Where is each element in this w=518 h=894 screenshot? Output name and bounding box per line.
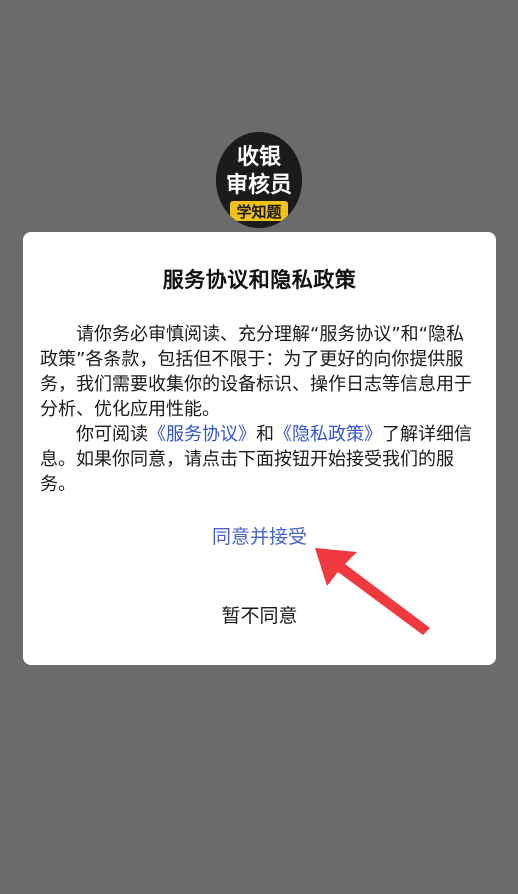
- privacy-policy-link[interactable]: 《隐私政策》: [274, 424, 382, 445]
- dialog-paragraph-1: 请你务必审慎阅读、充分理解“服务协议”和“隐私政策”各条款，包括但不限于：为了更…: [40, 324, 472, 420]
- dialog-paragraph-2: 你可阅读《服务协议》和《隐私政策》了解详细信息。如果你同意，请点击下面按钮开始接…: [40, 422, 480, 497]
- app-logo: 收银 审核员 学知题: [216, 132, 302, 228]
- dialog-title: 服务协议和隐私政策: [162, 268, 357, 292]
- dialog-body: 请你务必审慎阅读、充分理解“服务协议”和“隐私政策”各条款，包括但不限于：为了更…: [40, 322, 480, 497]
- agree-button[interactable]: 同意并接受: [23, 522, 496, 549]
- para2-and: 和: [256, 424, 274, 445]
- logo-line1: 收银: [237, 144, 282, 170]
- logo-line2: 审核员: [226, 172, 292, 198]
- service-agreement-link[interactable]: 《服务协议》: [148, 424, 256, 445]
- app-logo-graphic: 收银 审核员 学知题: [216, 132, 302, 228]
- disagree-button[interactable]: 暂不同意: [23, 601, 496, 628]
- para2-prefix: 你可阅读: [76, 424, 148, 445]
- privacy-dialog: 服务协议和隐私政策 请你务必审慎阅读、充分理解“服务协议”和“隐私政策”各条款，…: [23, 232, 496, 665]
- logo-badge: 学知题: [236, 203, 282, 221]
